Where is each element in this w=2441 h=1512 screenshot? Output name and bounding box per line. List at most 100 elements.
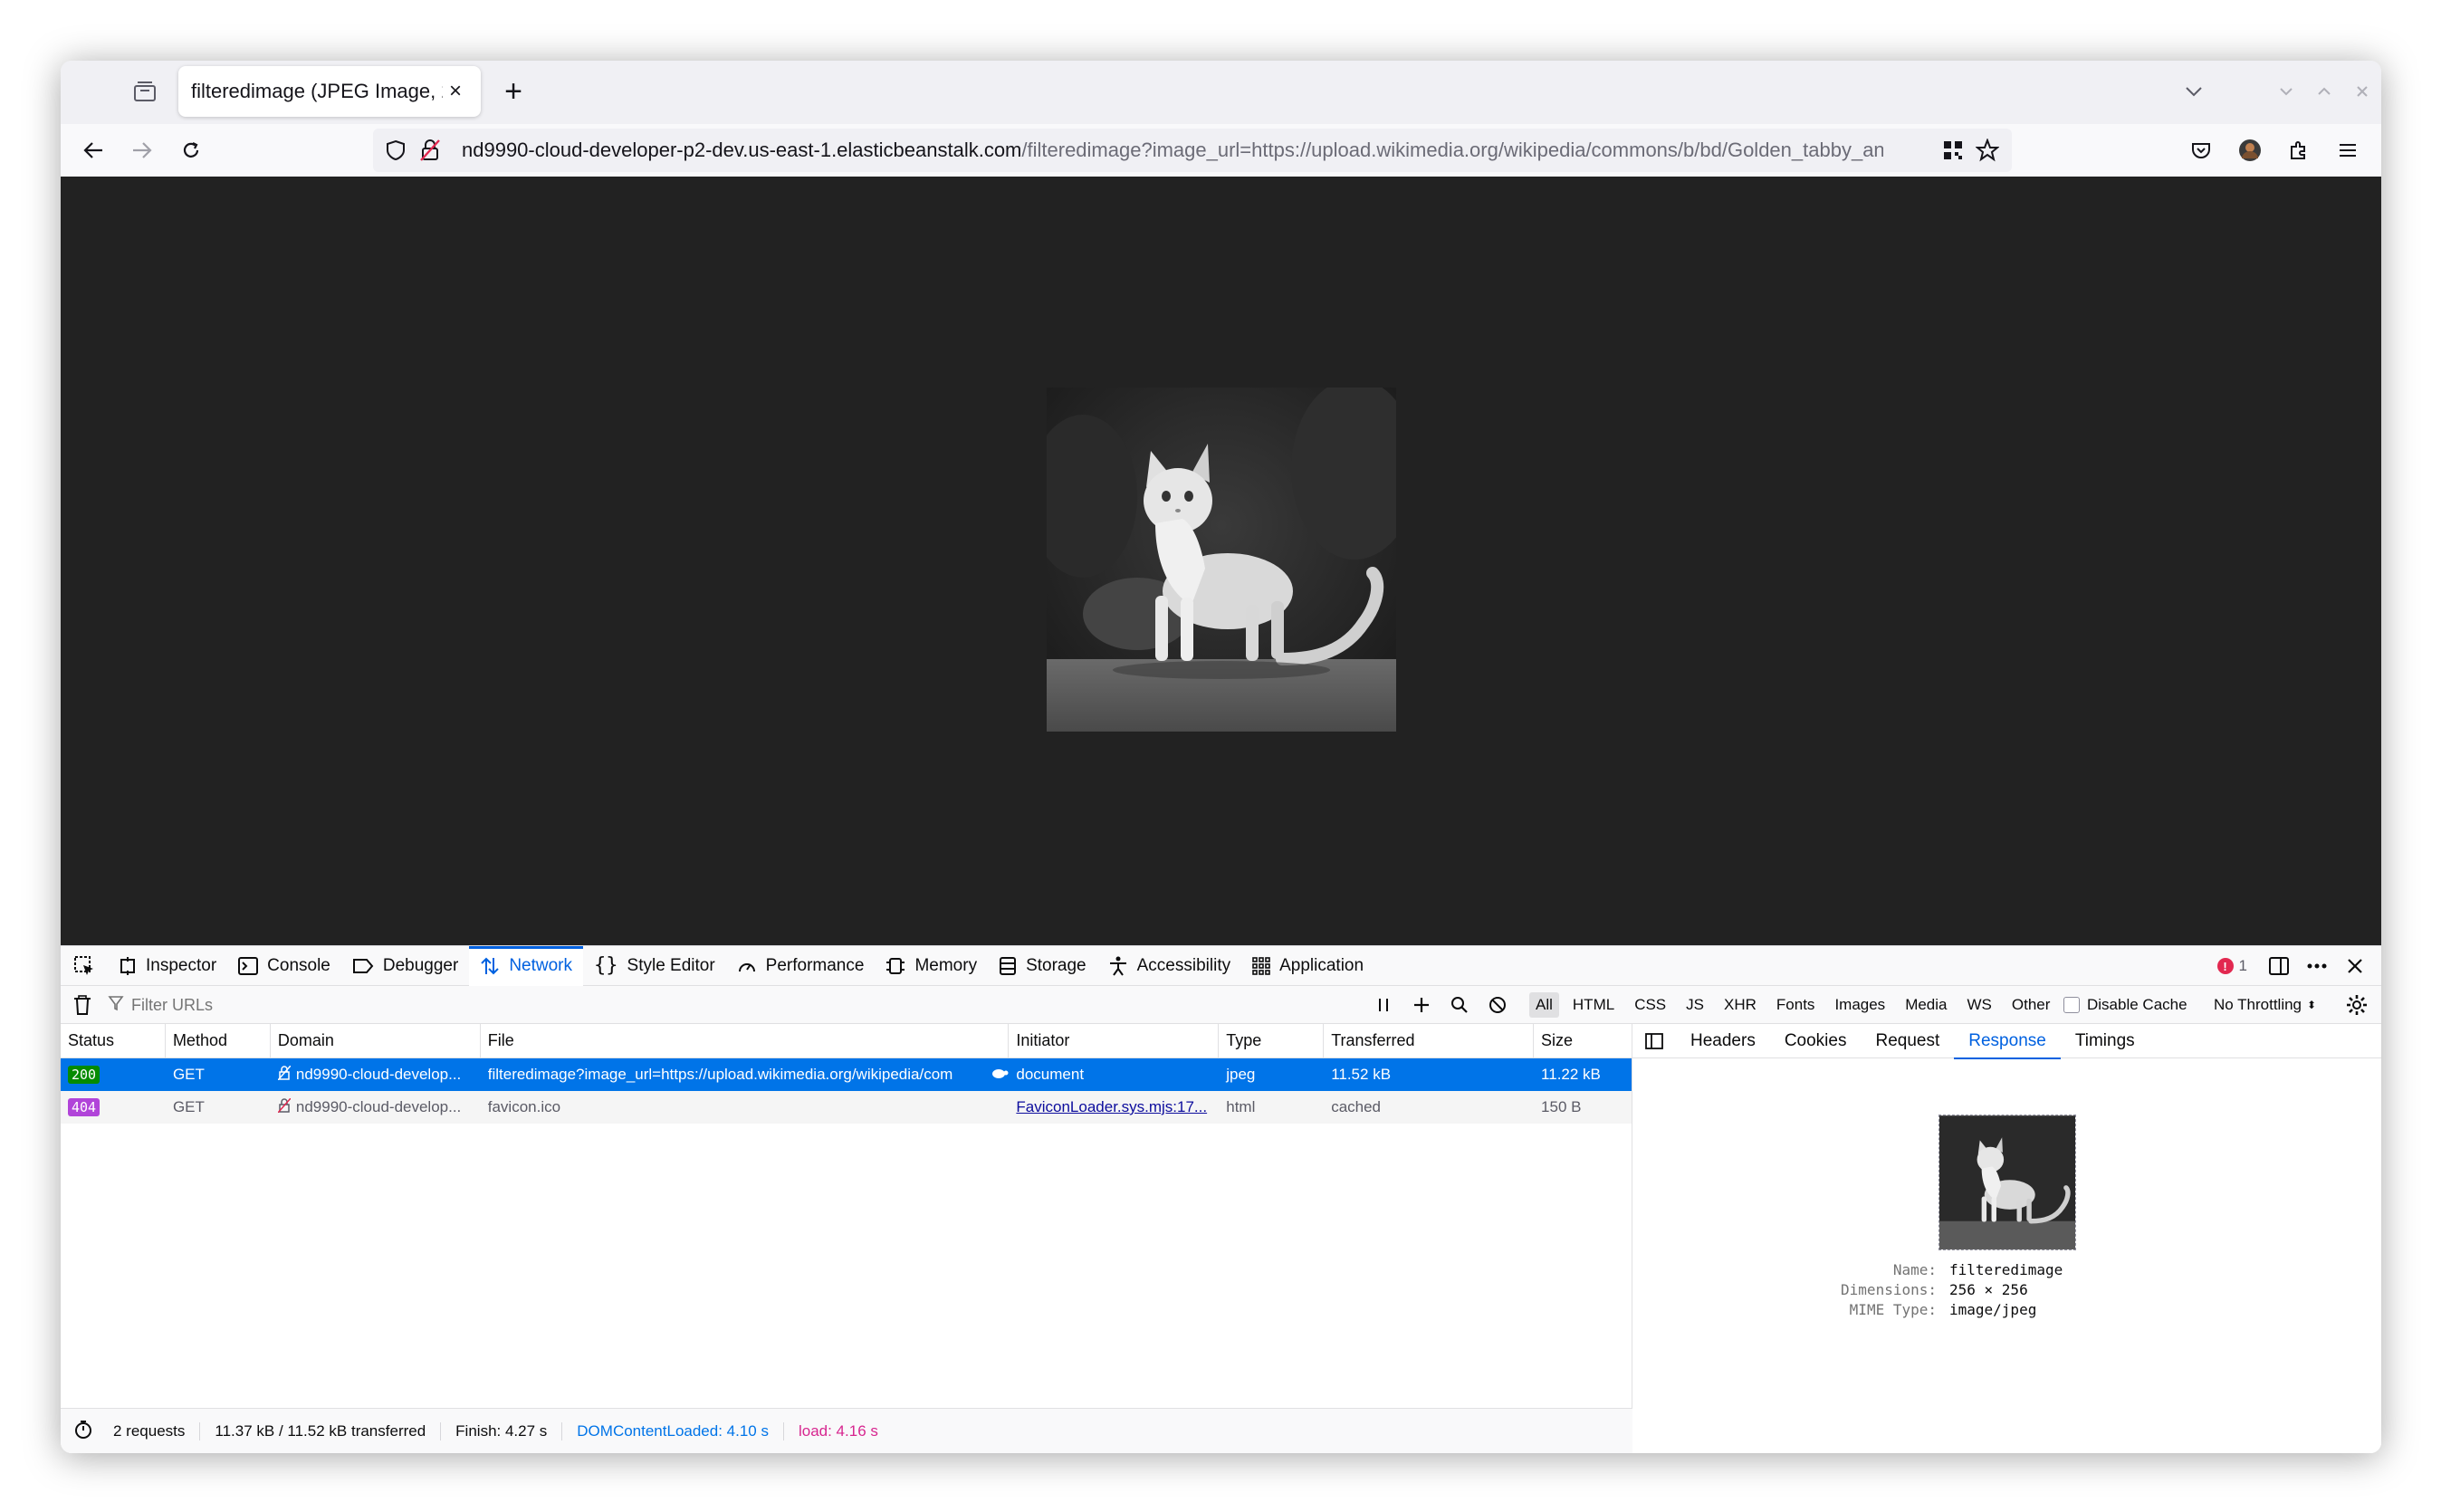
application-grid-icon <box>1252 956 1270 975</box>
status-badge: 200 <box>68 1066 101 1084</box>
filter-urls-input[interactable] <box>131 995 675 1015</box>
tab-request[interactable]: Request <box>1861 1024 1954 1058</box>
pause-icon[interactable] <box>1364 986 1402 1024</box>
filter-media[interactable]: Media <box>1899 992 1953 1018</box>
disable-cache-checkbox[interactable] <box>2063 997 2080 1013</box>
account-avatar-icon[interactable] <box>2226 132 2274 168</box>
maximize-icon[interactable] <box>2305 73 2343 110</box>
insecure-lock-icon[interactable] <box>420 139 440 167</box>
filter-js[interactable]: JS <box>1680 992 1710 1018</box>
tab-application[interactable]: Application <box>1241 946 1374 986</box>
tab-headers[interactable]: Headers <box>1676 1024 1770 1058</box>
tab-label: Storage <box>1026 955 1086 975</box>
toggle-sidebar-icon[interactable] <box>1632 1032 1676 1049</box>
tab-cookies[interactable]: Cookies <box>1770 1024 1862 1058</box>
network-toolbar: All HTML CSS JS XHR Fonts Images Media W… <box>61 986 2381 1024</box>
tab-accessibility[interactable]: Accessibility <box>1097 946 1241 986</box>
back-arrow-icon[interactable] <box>75 132 111 168</box>
tracking-protection-shield-icon[interactable] <box>386 139 406 166</box>
image-metadata: Name: filteredimage Dimensions: 256 × 256 … <box>1814 1261 2063 1321</box>
tab-memory[interactable]: Memory <box>875 946 988 986</box>
tab-response[interactable]: Response <box>1954 1024 2061 1059</box>
url-text[interactable]: nd9990-cloud-developer-p2-dev.us-east-1.… <box>462 139 1883 162</box>
close-devtools-icon[interactable] <box>2336 946 2374 986</box>
filter-all[interactable]: All <box>1529 992 1559 1018</box>
tab-label: Style Editor <box>627 955 715 975</box>
tab-style-editor[interactable]: {} Style Editor <box>583 946 726 986</box>
filter-images[interactable]: Images <box>1828 992 1891 1018</box>
add-request-plus-icon[interactable] <box>1402 986 1441 1024</box>
transferred-cell: cached <box>1331 1098 1382 1115</box>
pick-element-icon[interactable] <box>61 946 108 986</box>
filter-ws[interactable]: WS <box>1961 992 1998 1018</box>
filter-funnel-icon <box>108 995 124 1016</box>
request-type-filters: All HTML CSS JS XHR Fonts Images Media W… <box>1529 986 2063 1024</box>
clear-trash-icon[interactable] <box>73 995 91 1019</box>
col-domain[interactable]: Domain <box>271 1024 481 1057</box>
col-file[interactable]: File <box>481 1024 1010 1057</box>
dock-side-icon[interactable] <box>2260 946 2298 986</box>
address-bar[interactable]: nd9990-cloud-developer-p2-dev.us-east-1.… <box>373 129 2012 172</box>
initiator-cell: FaviconLoader.sys.mjs:17... <box>1009 1091 1219 1124</box>
list-all-tabs-icon[interactable] <box>2175 73 2213 110</box>
col-status[interactable]: Status <box>61 1024 166 1057</box>
filter-html[interactable]: HTML <box>1566 992 1621 1018</box>
tab-label: Memory <box>914 955 978 975</box>
active-tab[interactable]: filteredimage (JPEG Image, 256 × 256 pix… <box>178 66 481 117</box>
block-requests-icon[interactable] <box>1479 986 1517 1024</box>
close-window-icon[interactable] <box>2343 73 2381 110</box>
close-tab-icon[interactable]: × <box>443 79 468 104</box>
load-time: load: 4.16 s <box>798 1422 878 1440</box>
col-transferred[interactable]: Transferred <box>1324 1024 1535 1057</box>
disable-cache-label: Disable Cache <box>2087 996 2187 1013</box>
filter-css[interactable]: CSS <box>1628 992 1672 1018</box>
firefox-view-icon[interactable] <box>129 75 161 108</box>
col-initiator[interactable]: Initiator <box>1009 1024 1220 1057</box>
tab-label: Accessibility <box>1136 955 1231 975</box>
select-arrows-icon: ⬍ <box>2307 999 2317 1011</box>
file-cell: favicon.ico <box>487 1098 561 1115</box>
disable-cache-toggle[interactable]: Disable Cache <box>2063 986 2187 1024</box>
col-size[interactable]: Size <box>1534 1024 1632 1057</box>
extensions-puzzle-icon[interactable] <box>2274 132 2323 168</box>
more-options-icon[interactable] <box>2298 946 2336 986</box>
filter-fonts[interactable]: Fonts <box>1770 992 1822 1018</box>
insecure-lock-icon <box>277 1065 292 1085</box>
throttling-select[interactable]: No Throttling ⬍ <box>2214 986 2316 1024</box>
table-row[interactable]: 200 GET nd9990-cloud-develop... filtered… <box>61 1058 1632 1091</box>
minimize-icon[interactable] <box>2267 73 2305 110</box>
new-tab-icon[interactable]: + <box>495 73 531 110</box>
filter-other[interactable]: Other <box>2005 992 2057 1018</box>
bookmark-star-icon[interactable] <box>1975 138 2000 167</box>
tab-storage[interactable]: Storage <box>988 946 1097 986</box>
tab-performance[interactable]: Performance <box>726 946 876 986</box>
filter-xhr[interactable]: XHR <box>1718 992 1763 1018</box>
tab-inspector[interactable]: Inspector <box>108 946 227 986</box>
meta-dimensions-key: Dimensions: <box>1841 1281 1937 1298</box>
size-cell: 11.22 kB <box>1541 1066 1601 1083</box>
gear-icon[interactable] <box>2338 986 2376 1024</box>
table-row[interactable]: 404 GET nd9990-cloud-develop... favicon.… <box>61 1091 1632 1124</box>
forward-arrow-icon[interactable] <box>124 132 160 168</box>
col-type[interactable]: Type <box>1219 1024 1325 1057</box>
size-cell: 150 B <box>1541 1098 1582 1115</box>
tab-network[interactable]: Network <box>469 945 584 986</box>
col-method[interactable]: Method <box>166 1024 271 1057</box>
reload-icon[interactable] <box>173 132 209 168</box>
devtools-panel: Inspector Console Debugger Network {} Sty… <box>61 945 2381 1453</box>
qr-code-icon[interactable] <box>1943 140 1963 165</box>
storage-icon <box>999 956 1017 976</box>
pocket-icon[interactable] <box>2177 132 2226 168</box>
error-count-badge[interactable]: ! 1 <box>2216 957 2247 975</box>
hamburger-menu-icon[interactable] <box>2323 132 2372 168</box>
devtools-toolbar-right: ! 1 <box>2216 946 2374 986</box>
url-host: nd9990-cloud-developer-p2-dev.us-east-1.… <box>462 139 1022 161</box>
filter-urls-box[interactable] <box>108 990 1412 1020</box>
search-icon[interactable] <box>1441 986 1479 1024</box>
tab-console[interactable]: Console <box>227 946 341 986</box>
initiator-link[interactable]: FaviconLoader.sys.mjs:17... <box>1016 1098 1207 1116</box>
tab-debugger[interactable]: Debugger <box>341 946 469 986</box>
tab-timings[interactable]: Timings <box>2061 1024 2149 1058</box>
page-viewport <box>61 177 2381 945</box>
stopwatch-icon[interactable] <box>61 1420 102 1444</box>
